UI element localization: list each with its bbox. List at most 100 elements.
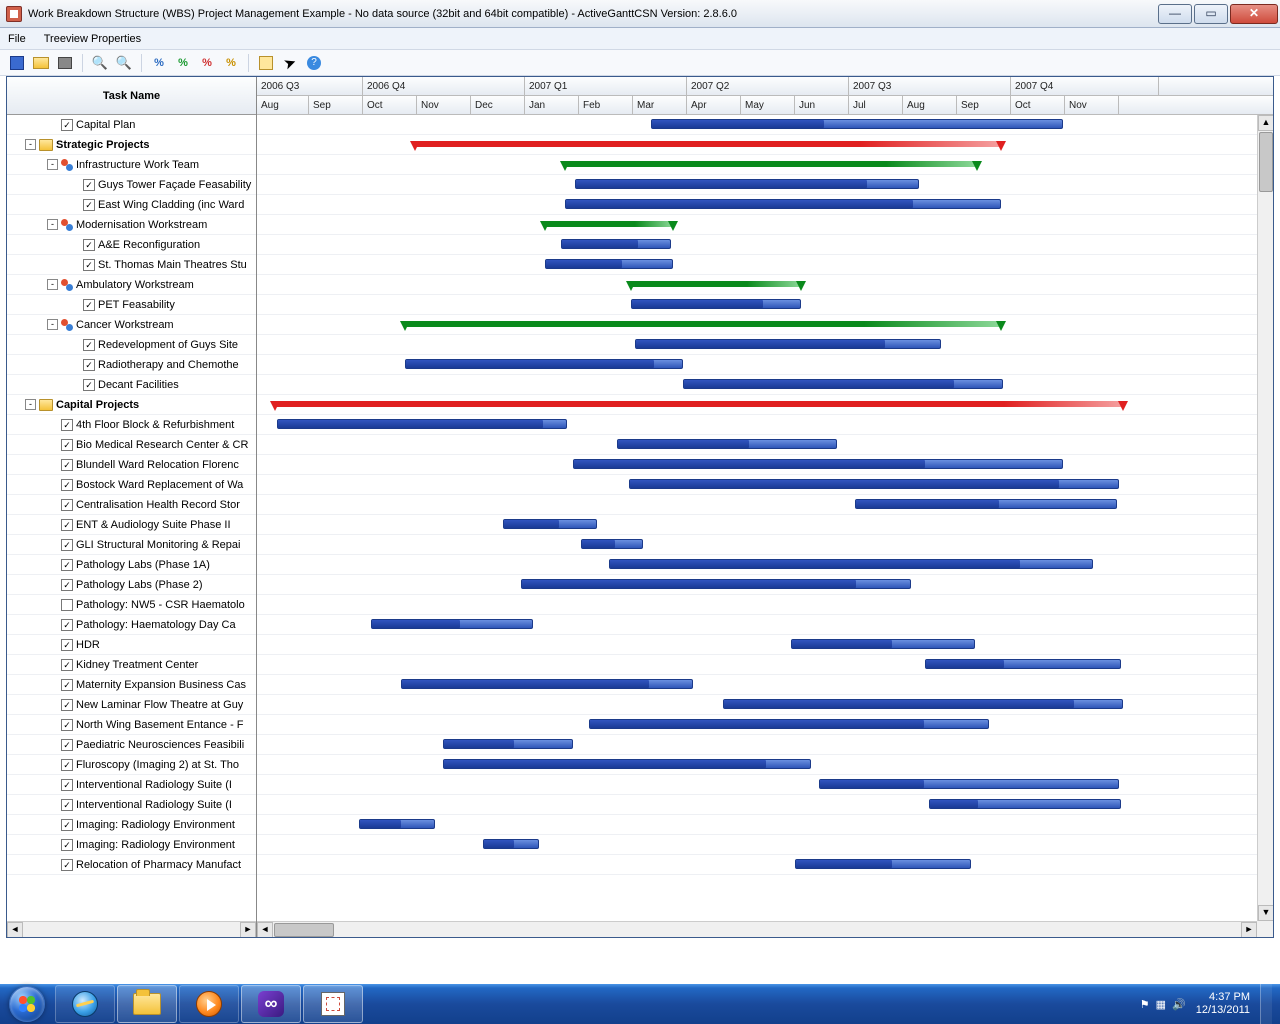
gantt-row[interactable] [257,115,1257,135]
gantt-summary-bar[interactable] [545,221,673,227]
scroll-thumb[interactable] [274,923,334,937]
gantt-bar[interactable] [631,299,801,309]
gantt-row[interactable] [257,495,1257,515]
checkbox[interactable]: ✓ [61,859,73,871]
gantt-row[interactable] [257,375,1257,395]
gantt-vscrollbar[interactable]: ▲ ▼ [1257,115,1273,921]
tree-row[interactable]: ✓Capital Plan [7,115,256,135]
gantt-row[interactable] [257,715,1257,735]
gantt-row[interactable] [257,235,1257,255]
gantt-bar[interactable] [359,819,435,829]
tree-row[interactable]: ✓East Wing Cladding (inc Ward [7,195,256,215]
gantt-bar[interactable] [561,239,671,249]
gantt-row[interactable] [257,255,1257,275]
gantt-row[interactable] [257,395,1257,415]
scroll-right-icon[interactable]: ► [240,922,256,937]
scroll-right-icon[interactable]: ► [1241,922,1257,937]
show-desktop-button[interactable] [1260,984,1272,1024]
taskbar-visual-studio[interactable] [241,985,301,1023]
taskbar-explorer[interactable] [117,985,177,1023]
gantt-bar[interactable] [483,839,539,849]
gantt-row[interactable] [257,415,1257,435]
gantt-summary-bar[interactable] [631,281,801,287]
checkbox[interactable]: ✓ [61,519,73,531]
gantt-bar[interactable] [503,519,597,529]
tray-flag-icon[interactable]: ⚑ [1140,998,1150,1011]
tree-row[interactable]: ✓Interventional Radiology Suite (I [7,795,256,815]
save-icon[interactable] [6,52,28,74]
gantt-bar[interactable] [371,619,533,629]
tree-row[interactable]: ✓Pathology Labs (Phase 1A) [7,555,256,575]
gantt-row[interactable] [257,275,1257,295]
menu-file[interactable]: File [8,33,26,45]
checkbox[interactable]: ✓ [61,779,73,791]
gantt-bar[interactable] [617,439,837,449]
gantt-bar[interactable] [401,679,693,689]
gantt-row[interactable] [257,555,1257,575]
expand-toggle[interactable]: - [47,319,58,330]
gantt-bar[interactable] [609,559,1093,569]
tree-row[interactable]: -Cancer Workstream [7,315,256,335]
checkbox[interactable]: ✓ [61,839,73,851]
checkbox[interactable]: ✓ [61,679,73,691]
gantt-row[interactable] [257,315,1257,335]
gantt-row[interactable] [257,455,1257,475]
gantt-row[interactable] [257,855,1257,875]
tree-row[interactable]: ✓Imaging: Radiology Environment [7,835,256,855]
checkbox[interactable]: ✓ [61,699,73,711]
tree-row[interactable]: ✓4th Floor Block & Refurbishment [7,415,256,435]
checkbox[interactable]: ✓ [61,539,73,551]
tree-row[interactable]: ✓Redevelopment of Guys Site [7,335,256,355]
gantt-row[interactable] [257,815,1257,835]
maximize-button[interactable]: ▭ [1194,4,1228,24]
checkbox[interactable]: ✓ [61,819,73,831]
zoom-out-icon[interactable]: 🔍 [113,52,135,74]
checkbox[interactable]: ✓ [61,739,73,751]
scroll-down-icon[interactable]: ▼ [1258,905,1273,921]
gantt-hscrollbar[interactable]: ◄ ► [257,921,1257,937]
gantt-row[interactable] [257,575,1257,595]
tree-row[interactable]: ✓St. Thomas Main Theatres Stu [7,255,256,275]
checkbox[interactable]: ✓ [83,339,95,351]
gantt-bar[interactable] [855,499,1117,509]
checkbox[interactable]: ✓ [61,659,73,671]
scroll-up-icon[interactable]: ▲ [1258,115,1273,131]
gantt-bar[interactable] [565,199,1001,209]
checkbox[interactable]: ✓ [83,359,95,371]
gantt-row[interactable] [257,175,1257,195]
gantt-bar[interactable] [651,119,1063,129]
percent-red-icon[interactable]: % [196,52,218,74]
minimize-button[interactable]: — [1158,4,1192,24]
tree-row[interactable]: -Capital Projects [7,395,256,415]
tree-hscrollbar[interactable]: ◄ ► [7,921,256,937]
checkbox[interactable]: ✓ [61,759,73,771]
checkbox[interactable]: ✓ [61,579,73,591]
tool-icon[interactable] [255,52,277,74]
gantt-row[interactable] [257,615,1257,635]
gantt-summary-bar[interactable] [415,141,1001,147]
tree-row[interactable]: ✓Decant Facilities [7,375,256,395]
tree-row[interactable]: ✓Blundell Ward Relocation Florenc [7,455,256,475]
checkbox[interactable]: ✓ [83,199,95,211]
tree-rows[interactable]: ✓Capital Plan-Strategic Projects-Infrast… [7,115,256,921]
tree-row[interactable]: ✓Interventional Radiology Suite (I [7,775,256,795]
checkbox[interactable]: ✓ [61,559,73,571]
gantt-row[interactable] [257,335,1257,355]
gantt-bar[interactable] [819,779,1119,789]
gantt-bar[interactable] [521,579,911,589]
gantt-row[interactable] [257,195,1257,215]
tree-row[interactable]: ✓Relocation of Pharmacy Manufact [7,855,256,875]
percent-blue-icon[interactable]: % [148,52,170,74]
checkbox[interactable]: ✓ [83,239,95,251]
gantt-bar[interactable] [575,179,919,189]
tree-row[interactable]: ✓Kidney Treatment Center [7,655,256,675]
gantt-row[interactable] [257,735,1257,755]
tree-row[interactable]: ✓Pathology: Haematology Day Ca [7,615,256,635]
expand-toggle[interactable]: - [47,219,58,230]
tree-row[interactable]: ✓Centralisation Health Record Stor [7,495,256,515]
tree-row[interactable]: ✓Radiotherapy and Chemothe [7,355,256,375]
gantt-row[interactable] [257,535,1257,555]
tray-volume-icon[interactable]: 🔊 [1172,998,1186,1011]
zoom-in-icon[interactable]: 🔍 [89,52,111,74]
gantt-bar[interactable] [573,459,1063,469]
